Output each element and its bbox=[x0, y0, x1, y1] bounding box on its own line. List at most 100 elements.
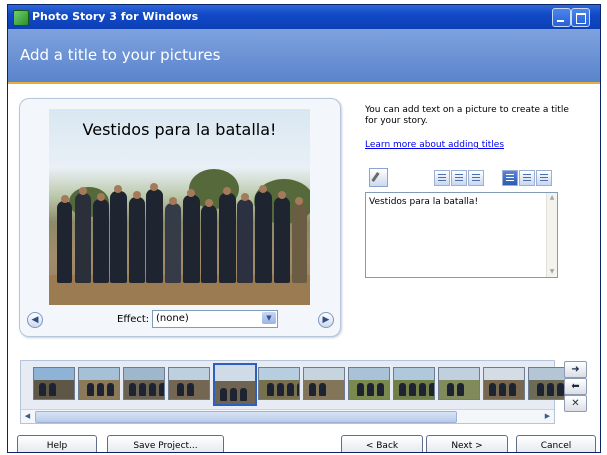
learn-more-link[interactable]: Learn more about adding titles bbox=[365, 140, 504, 150]
thumbnail-figure bbox=[149, 383, 156, 396]
remove-picture-button[interactable]: ✕ bbox=[564, 395, 587, 412]
thumbnail[interactable] bbox=[393, 367, 435, 400]
scroll-left-icon[interactable]: ◀ bbox=[22, 411, 33, 421]
align-center-button[interactable] bbox=[519, 170, 535, 186]
font-button[interactable] bbox=[369, 168, 388, 187]
thumbnail-sky bbox=[34, 368, 74, 381]
align-right-button[interactable] bbox=[536, 170, 552, 186]
scroll-up-icon[interactable]: ▲ bbox=[548, 194, 556, 202]
close-icon: ✕ bbox=[571, 398, 580, 409]
title-text-input[interactable]: Vestidos para la batalla! ▲ ▼ bbox=[365, 192, 558, 278]
move-picture-left-button[interactable]: ⬅ bbox=[564, 378, 587, 395]
thumbnail-figure bbox=[319, 383, 326, 396]
help-button[interactable]: Help bbox=[17, 435, 97, 452]
thumbnail-selected[interactable] bbox=[213, 363, 257, 406]
photo-person bbox=[110, 191, 127, 283]
photo-person bbox=[237, 199, 253, 283]
thumbnail-figure bbox=[177, 383, 184, 396]
main-content: Vestidos para la batalla! ◀ ▶ Effect: (n… bbox=[8, 84, 600, 452]
move-picture-right-button[interactable]: ➜ bbox=[564, 361, 587, 378]
photo-person-head bbox=[169, 197, 177, 205]
effect-value: (none) bbox=[156, 313, 189, 324]
thumbnail-figure bbox=[287, 383, 294, 396]
align-left-icon bbox=[506, 174, 514, 182]
thumbnail-figure bbox=[129, 383, 136, 396]
next-button[interactable]: Next > bbox=[426, 435, 508, 452]
filmstrip: ◀ ▶ bbox=[20, 360, 570, 424]
thumbnail[interactable] bbox=[33, 367, 75, 400]
next-picture-button[interactable]: ▶ bbox=[318, 312, 334, 328]
photo-person-head bbox=[259, 185, 267, 193]
thumbnail-figure bbox=[240, 388, 247, 401]
title-bar[interactable]: Photo Story 3 for Windows bbox=[8, 5, 600, 29]
maximize-icon bbox=[576, 13, 586, 24]
thumbnail-figure bbox=[509, 383, 516, 396]
thumbnail-figure bbox=[429, 383, 434, 396]
chevron-down-icon[interactable]: ▼ bbox=[262, 312, 276, 324]
photo-person-head bbox=[79, 187, 87, 195]
photo-person-head bbox=[133, 191, 141, 199]
thumbnail-figure bbox=[547, 383, 554, 396]
photo-person bbox=[274, 197, 290, 283]
maximize-button[interactable] bbox=[571, 8, 590, 27]
page-title: Add a title to your pictures bbox=[20, 46, 221, 64]
photo-person bbox=[129, 197, 145, 283]
thumbnail[interactable] bbox=[78, 367, 120, 400]
thumbnail[interactable] bbox=[258, 367, 300, 400]
scroll-thumb[interactable] bbox=[35, 411, 457, 423]
photo-person-head bbox=[97, 193, 105, 201]
photo-person bbox=[201, 205, 217, 283]
photo-person-head bbox=[278, 191, 286, 199]
thumbnail-figure bbox=[297, 383, 299, 396]
window-title: Photo Story 3 for Windows bbox=[32, 10, 199, 23]
thumbnail-figure bbox=[107, 383, 114, 396]
align-top-icon bbox=[438, 174, 446, 182]
instruction-text: You can add text on a picture to create … bbox=[365, 105, 569, 126]
thumbnail[interactable] bbox=[438, 367, 480, 400]
thumbnail-figure bbox=[277, 383, 284, 396]
thumbnail[interactable] bbox=[168, 367, 210, 400]
thumbnail-sky bbox=[169, 368, 209, 381]
align-top-button[interactable] bbox=[434, 170, 450, 186]
photo-person bbox=[183, 195, 200, 283]
photo-person-head bbox=[150, 183, 158, 191]
app-window: Photo Story 3 for Windows Add a title to… bbox=[7, 4, 601, 453]
scroll-down-icon[interactable]: ▼ bbox=[548, 268, 556, 276]
save-project-button[interactable]: Save Project... bbox=[107, 435, 224, 452]
photo-person-head bbox=[114, 185, 122, 193]
text-scrollbar[interactable]: ▲ ▼ bbox=[546, 193, 557, 277]
thumbnail-figure bbox=[557, 383, 564, 396]
align-middle-button[interactable] bbox=[451, 170, 467, 186]
align-middle-icon bbox=[455, 174, 463, 182]
pen-font-icon bbox=[371, 172, 380, 182]
thumbnail-sky bbox=[484, 368, 524, 381]
thumbnail-figure bbox=[499, 383, 506, 396]
back-button[interactable]: < Back bbox=[341, 435, 423, 452]
effect-dropdown[interactable]: (none) ▼ bbox=[152, 310, 278, 328]
photo-person bbox=[93, 199, 109, 283]
minimize-button[interactable] bbox=[552, 8, 571, 27]
thumbnail-figure bbox=[457, 383, 464, 396]
previous-picture-button[interactable]: ◀ bbox=[27, 312, 43, 328]
thumbnail-figure bbox=[187, 383, 194, 396]
photo-person bbox=[219, 193, 236, 283]
cancel-button[interactable]: Cancel bbox=[516, 435, 596, 452]
thumbnail[interactable] bbox=[123, 367, 165, 400]
effect-label: Effect: bbox=[117, 314, 150, 325]
align-bottom-button[interactable] bbox=[468, 170, 484, 186]
arrow-left-icon: ⬅ bbox=[571, 381, 580, 392]
thumbnail[interactable] bbox=[348, 367, 390, 400]
scroll-right-icon[interactable]: ▶ bbox=[542, 411, 553, 421]
filmstrip-scrollbar[interactable]: ◀ ▶ bbox=[21, 409, 554, 423]
thumbnail-figure bbox=[447, 383, 454, 396]
preview-photo: Vestidos para la batalla! bbox=[49, 109, 310, 305]
thumbnail-sky bbox=[304, 368, 344, 381]
app-icon bbox=[13, 10, 29, 26]
thumbnail[interactable] bbox=[483, 367, 525, 400]
align-center-icon bbox=[523, 174, 531, 182]
align-left-button[interactable] bbox=[502, 170, 518, 186]
photo-person bbox=[146, 189, 163, 283]
thumbnail[interactable] bbox=[303, 367, 345, 400]
thumbnail-figure bbox=[377, 383, 384, 396]
thumbnail-sky bbox=[124, 368, 164, 381]
